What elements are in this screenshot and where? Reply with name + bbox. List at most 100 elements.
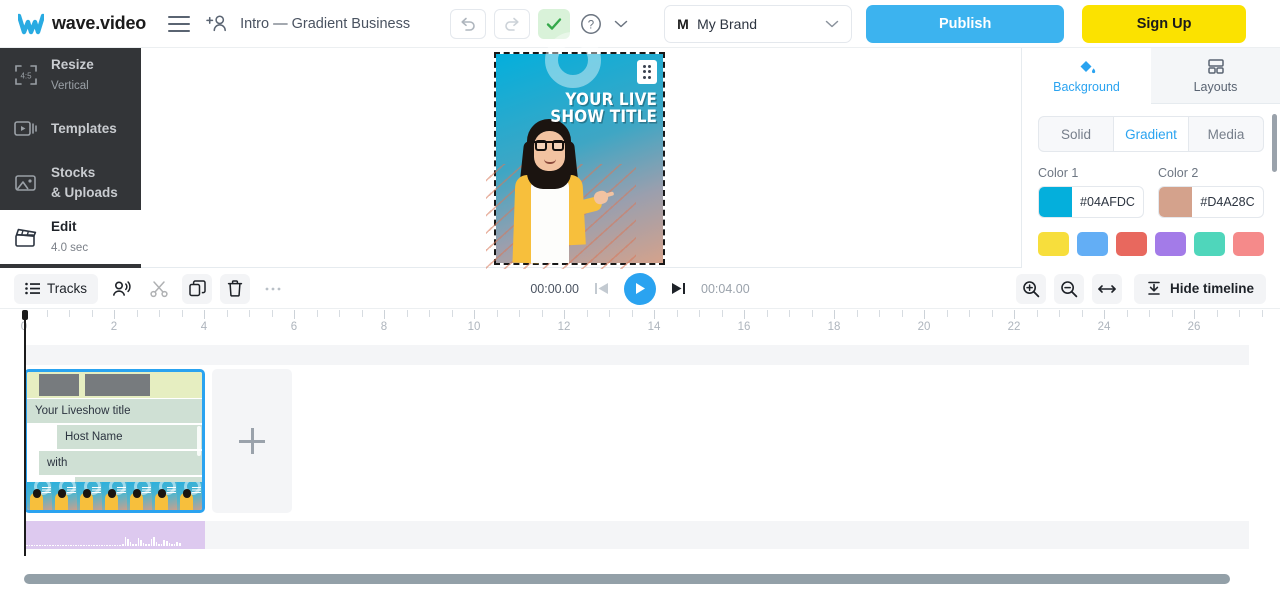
scene-text-layer[interactable]: Host Name [57, 425, 202, 449]
drag-grip-icon[interactable] [637, 60, 657, 84]
waveform-bar [124, 537, 127, 546]
hamburger-menu-icon[interactable] [168, 15, 191, 32]
timeline-horizontal-scrollbar[interactable] [24, 574, 1230, 584]
ruler-tick [1081, 310, 1083, 317]
project-title[interactable]: Intro — Gradient Business [240, 16, 410, 32]
undo-button[interactable] [450, 8, 487, 39]
duplicate-button[interactable] [182, 273, 212, 304]
ruler-label: 22 [1007, 321, 1021, 333]
waveform-bar [98, 544, 101, 546]
overlay-title-text[interactable]: YOUR LIVE SHOW TITLE [550, 91, 657, 125]
voiceover-button[interactable] [106, 274, 136, 304]
brand-selector[interactable]: M My Brand [664, 4, 853, 43]
scene-clip-selected[interactable]: Your Liveshow title Host Name with LIVE [24, 369, 205, 513]
preset-swatch-1[interactable] [1077, 232, 1108, 256]
sidebar-item-templates[interactable]: Templates [0, 102, 141, 156]
tracks-button[interactable]: Tracks [14, 273, 98, 304]
ruler-tick [676, 310, 678, 317]
waveform-bar [70, 544, 72, 546]
right-panel-scrollbar[interactable] [1272, 114, 1277, 172]
hide-timeline-button[interactable]: Hide timeline [1133, 273, 1266, 304]
ruler-tick [69, 310, 70, 317]
more-options-button[interactable] [258, 274, 288, 304]
ruler-tick [946, 310, 948, 317]
trash-icon [227, 280, 243, 297]
fill-mode-solid[interactable]: Solid [1039, 117, 1114, 151]
color-1-field[interactable]: #04AFDC [1038, 186, 1144, 218]
timeline-right-tools: Hide timeline [1008, 273, 1266, 304]
help-menu-toggle[interactable] [612, 15, 630, 33]
timeline-ruler[interactable]: 02468101214161820222426 [0, 310, 1280, 345]
skip-next-icon [672, 283, 685, 294]
color-2-field[interactable]: #D4A28C [1158, 186, 1264, 218]
fit-width-button[interactable] [1091, 273, 1122, 304]
color-1-group: Color 1 #04AFDC [1038, 166, 1144, 218]
video-track-lane[interactable] [24, 345, 1249, 365]
audio-waveform [26, 530, 204, 546]
sidebar-item-stocks[interactable]: Stocks & Uploads [0, 156, 141, 210]
play-button[interactable] [624, 272, 656, 305]
sidebar-item-layouts[interactable]: Layouts [0, 264, 141, 268]
canvas-area[interactable]: YOUR LIVE SHOW TITLE [141, 32, 1021, 274]
zoom-in-button[interactable] [1015, 273, 1046, 304]
publish-button[interactable]: Publish [866, 4, 1065, 43]
tab-background[interactable]: Background [1022, 48, 1151, 104]
color-1-swatch[interactable] [1039, 187, 1072, 217]
ruler-label: 14 [647, 321, 661, 333]
playhead[interactable] [22, 310, 28, 556]
stocks-image-icon [12, 169, 40, 197]
audio-clip[interactable] [24, 521, 205, 549]
waveform-bar [150, 539, 153, 546]
zoom-out-button[interactable] [1053, 273, 1084, 304]
delete-button[interactable] [220, 273, 250, 304]
svg-text:?: ? [588, 19, 594, 31]
duplicate-icon [188, 280, 206, 297]
redo-button[interactable] [494, 8, 531, 39]
waveform-bar [109, 544, 111, 546]
tab-layouts[interactable]: Layouts [1151, 48, 1280, 104]
color-1-hex[interactable]: #04AFDC [1072, 187, 1143, 217]
ruler-label: 12 [557, 321, 571, 333]
sidebar-item-label: Stocks [51, 165, 96, 181]
playback-controls: 00:00.00 00:04.00 [525, 272, 755, 305]
preset-swatch-3[interactable] [1155, 232, 1186, 256]
signup-button[interactable]: Sign Up [1082, 4, 1247, 43]
zoom-out-icon [1061, 280, 1078, 297]
background-settings: Solid Gradient Media Color 1 #04AFDC Col… [1022, 104, 1280, 256]
preset-swatch-0[interactable] [1038, 232, 1069, 256]
preset-swatch-2[interactable] [1116, 232, 1147, 256]
color-2-hex[interactable]: #D4A28C [1192, 187, 1263, 217]
color-2-swatch[interactable] [1159, 187, 1192, 217]
preset-swatch-4[interactable] [1194, 232, 1225, 256]
fill-mode-media[interactable]: Media [1189, 117, 1263, 151]
clip-resize-handle[interactable] [197, 426, 201, 456]
scissors-icon [150, 280, 168, 297]
ruler-tick [969, 310, 970, 317]
scene-text-layer[interactable]: Your Liveshow title [27, 399, 202, 423]
video-preview-stage[interactable]: YOUR LIVE SHOW TITLE [486, 32, 665, 274]
add-scene-button[interactable] [212, 369, 292, 513]
app-logo[interactable]: wave.video [0, 13, 146, 35]
sidebar-item-edit[interactable]: Edit 4.0 sec [0, 210, 141, 264]
skip-previous-button[interactable] [593, 281, 610, 296]
color-2-label: Color 2 [1158, 166, 1199, 180]
ruler-tick [271, 310, 273, 317]
ruler-label: 6 [290, 321, 298, 333]
timeline-body: Your Liveshow title Host Name with LIVE [0, 345, 1280, 567]
ruler-tick [474, 310, 475, 319]
waveform-bar [36, 544, 38, 546]
ruler-tick [586, 310, 588, 317]
skip-next-button[interactable] [670, 281, 687, 296]
audio-track-lane[interactable] [24, 521, 1249, 549]
waveform-bar [67, 544, 70, 546]
scene-text-layer[interactable]: with [39, 451, 202, 475]
split-button[interactable] [144, 274, 174, 304]
waveform-bar [54, 544, 57, 546]
fill-mode-gradient[interactable]: Gradient [1114, 117, 1189, 151]
ruler-tick [991, 310, 993, 317]
preset-swatch-5[interactable] [1233, 232, 1264, 256]
color-1-label: Color 1 [1038, 166, 1079, 180]
add-user-icon[interactable] [206, 14, 228, 34]
waveform-bar [132, 544, 134, 546]
sidebar-item-resize[interactable]: 4:5 Resize Vertical [0, 48, 141, 102]
